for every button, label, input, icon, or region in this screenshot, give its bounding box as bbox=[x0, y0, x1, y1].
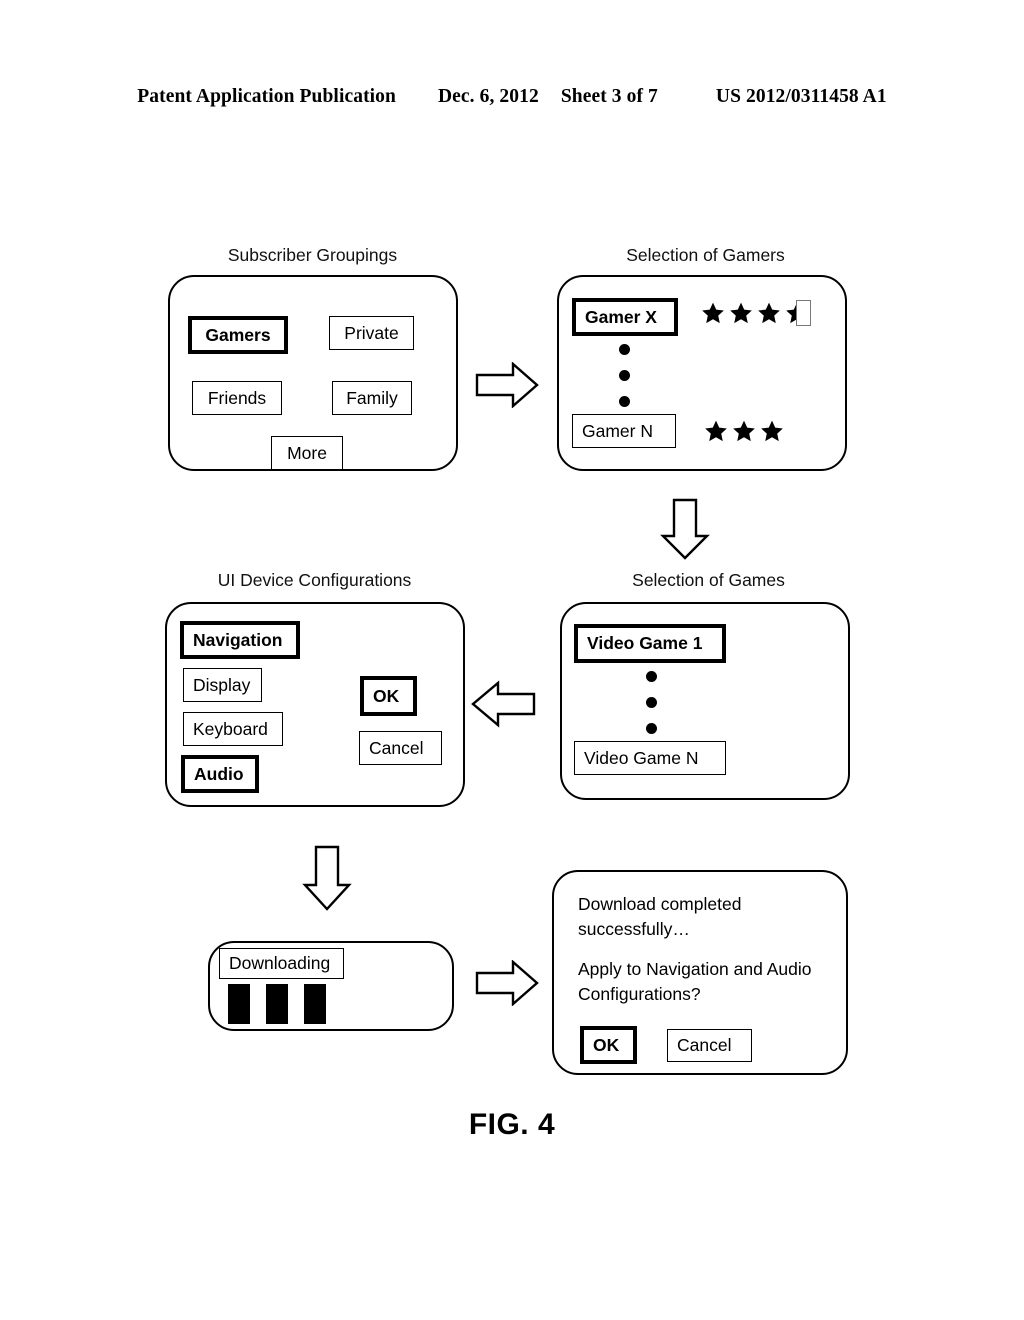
game-row-video-game-n[interactable]: Video Game N bbox=[574, 741, 726, 775]
option-more[interactable]: More bbox=[271, 436, 343, 470]
downloading-status-box: Downloading bbox=[219, 948, 344, 979]
gamer-row-gamer-n[interactable]: Gamer N bbox=[572, 414, 676, 448]
dot-icon-3 bbox=[618, 396, 630, 407]
gamer-row-gamer-x[interactable]: Gamer X bbox=[572, 298, 678, 336]
star-icon-filled-1 bbox=[700, 301, 726, 326]
option-friends-label: Friends bbox=[207, 387, 267, 408]
option-friends[interactable]: Friends bbox=[192, 381, 282, 415]
config-option-navigation[interactable]: Navigation bbox=[180, 621, 300, 659]
caption-subscriber-groupings: Subscriber Groupings bbox=[227, 245, 398, 265]
dot-icon-1 bbox=[645, 671, 657, 682]
config-navigation-label: Navigation bbox=[193, 629, 283, 650]
progress-block-2 bbox=[266, 984, 288, 1024]
dialog-ok-button[interactable]: OK bbox=[580, 1026, 637, 1064]
half-star-empty-overlay bbox=[796, 299, 811, 326]
caption-ui-device-configurations: UI Device Configurations bbox=[217, 570, 412, 590]
ellipsis-dots-gamers bbox=[617, 344, 631, 407]
config-cancel-label: Cancel bbox=[369, 737, 424, 758]
gamer-x-label: Gamer X bbox=[585, 306, 657, 327]
config-option-audio[interactable]: Audio bbox=[181, 755, 259, 793]
download-progress-indicator bbox=[228, 984, 342, 1024]
config-ok-button[interactable]: OK bbox=[360, 676, 417, 716]
arrow-games-to-configurations bbox=[470, 680, 536, 728]
config-option-display[interactable]: Display bbox=[183, 668, 262, 702]
ellipsis-dots-games bbox=[644, 671, 658, 734]
option-family[interactable]: Family bbox=[332, 381, 412, 415]
star-icon-half-4 bbox=[784, 299, 812, 326]
dot-icon-3 bbox=[645, 723, 657, 734]
config-keyboard-label: Keyboard bbox=[193, 718, 268, 739]
config-cancel-button[interactable]: Cancel bbox=[359, 731, 442, 765]
option-gamers-label: Gamers bbox=[205, 324, 271, 345]
downloading-status-label: Downloading bbox=[229, 953, 331, 973]
rating-gamer-n bbox=[703, 418, 787, 444]
video-game-n-label: Video Game N bbox=[584, 747, 699, 768]
dialog-ok-label: OK bbox=[593, 1034, 620, 1055]
rating-gamer-x bbox=[700, 299, 814, 326]
dialog-message-primary: Download completed successfully… bbox=[578, 894, 742, 939]
option-private-label: Private bbox=[344, 322, 399, 343]
arrow-gamers-to-games bbox=[660, 498, 710, 560]
arrow-downloading-to-complete bbox=[475, 960, 539, 1006]
config-ok-label: OK bbox=[373, 685, 400, 706]
dialog-message-secondary: Apply to Navigation and Audio Configurat… bbox=[578, 959, 812, 1004]
dot-icon-2 bbox=[618, 370, 630, 381]
option-private[interactable]: Private bbox=[329, 316, 414, 350]
arrow-groupings-to-gamers bbox=[475, 362, 539, 408]
star-icon-filled-1 bbox=[703, 419, 729, 444]
option-more-label: More bbox=[287, 442, 327, 463]
dot-icon-1 bbox=[618, 344, 630, 355]
caption-selection-of-gamers: Selection of Gamers bbox=[626, 245, 785, 265]
option-family-label: Family bbox=[346, 387, 398, 408]
game-row-video-game-1[interactable]: Video Game 1 bbox=[574, 624, 726, 663]
config-display-label: Display bbox=[193, 674, 251, 695]
figure-4-diagram: Subscriber Groupings Gamers Private Frie… bbox=[0, 0, 1024, 1320]
arrow-configurations-to-downloading bbox=[302, 845, 352, 911]
figure-label: FIG. 4 bbox=[468, 1108, 556, 1141]
dot-icon-2 bbox=[645, 697, 657, 708]
star-icon-filled-3 bbox=[759, 419, 785, 444]
dialog-cancel-label: Cancel bbox=[677, 1035, 732, 1055]
star-icon-filled-2 bbox=[731, 419, 757, 444]
progress-block-1 bbox=[228, 984, 250, 1024]
gamer-n-label: Gamer N bbox=[582, 420, 653, 441]
config-audio-label: Audio bbox=[194, 763, 244, 784]
star-icon-filled-3 bbox=[756, 301, 782, 326]
progress-block-3 bbox=[304, 984, 326, 1024]
star-icon-filled-2 bbox=[728, 301, 754, 326]
video-game-1-label: Video Game 1 bbox=[587, 633, 703, 653]
option-gamers[interactable]: Gamers bbox=[188, 316, 288, 354]
dialog-cancel-button[interactable]: Cancel bbox=[667, 1029, 752, 1062]
config-option-keyboard[interactable]: Keyboard bbox=[183, 712, 283, 746]
caption-selection-of-games: Selection of Games bbox=[632, 570, 785, 590]
